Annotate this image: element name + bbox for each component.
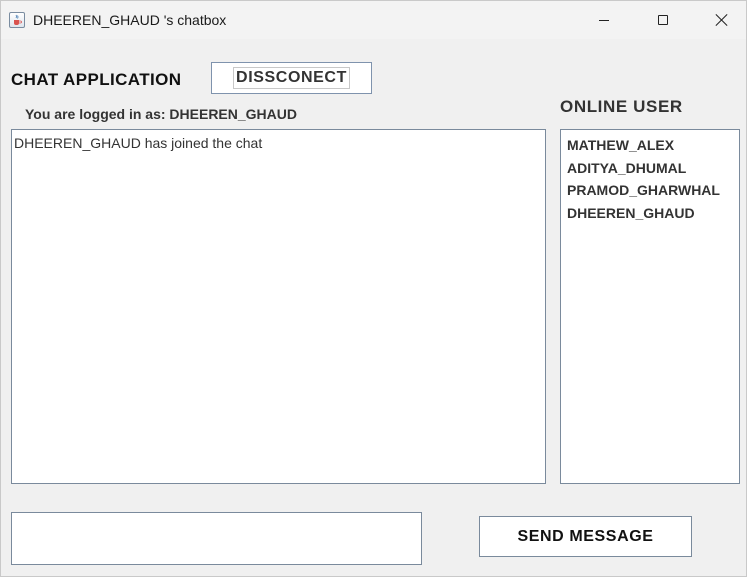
title-bar[interactable]: DHEEREN_GHAUD 's chatbox — [1, 1, 746, 39]
online-user-list[interactable]: MATHEW_ALEX ADITYA_DHUMAL PRAMOD_GHARWHA… — [560, 129, 740, 484]
message-input[interactable] — [11, 512, 422, 565]
minimize-button[interactable] — [575, 1, 633, 39]
user-list-item[interactable]: ADITYA_DHUMAL — [567, 157, 733, 180]
disconnect-button[interactable]: DISSCONECT — [211, 62, 372, 94]
app-heading: CHAT APPLICATION — [11, 70, 182, 89]
chat-log[interactable]: DHEEREN_GHAUD has joined the chat — [11, 129, 546, 484]
user-list-item[interactable]: DHEEREN_GHAUD — [567, 202, 733, 225]
minimize-icon — [599, 19, 609, 21]
chat-window: DHEEREN_GHAUD 's chatbox CHAT APPLICATIO… — [0, 0, 747, 577]
logged-in-label: You are logged in as: DHEEREN_GHAUD — [25, 106, 298, 122]
maximize-icon — [658, 15, 668, 25]
send-message-button[interactable]: SEND MESSAGE — [479, 516, 692, 557]
window-title: DHEEREN_GHAUD 's chatbox — [33, 12, 227, 28]
maximize-button[interactable] — [634, 1, 692, 39]
java-cup-icon — [9, 12, 25, 28]
user-list-item[interactable]: MATHEW_ALEX — [567, 134, 733, 157]
close-icon — [716, 14, 728, 26]
close-button[interactable] — [693, 1, 746, 39]
chat-message: DHEEREN_GHAUD has joined the chat — [14, 135, 263, 151]
online-user-heading: ONLINE USER — [560, 97, 683, 116]
disconnect-label: DISSCONECT — [233, 67, 350, 89]
user-list-item[interactable]: PRAMOD_GHARWHAL — [567, 179, 733, 202]
